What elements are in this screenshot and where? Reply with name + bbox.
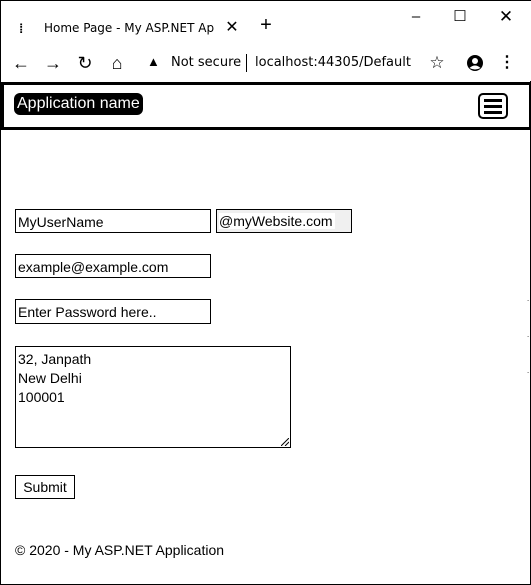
- reload-icon[interactable]: ↻: [73, 51, 97, 75]
- profile-icon[interactable]: [463, 51, 487, 75]
- omnibox-divider: [246, 54, 247, 72]
- edge-marks: ˙ ˙ ˙: [527, 299, 530, 381]
- brand-link[interactable]: Application name: [14, 93, 143, 115]
- submit-button[interactable]: Submit: [15, 475, 75, 499]
- close-icon[interactable]: ✕: [223, 17, 241, 37]
- footer-text: © 2020 - My ASP.NET Application: [15, 542, 225, 558]
- star-icon[interactable]: ☆: [425, 51, 449, 75]
- hamburger-icon[interactable]: [478, 93, 508, 119]
- domain-suffix-field: @myWebsite.com: [216, 209, 352, 233]
- plus-icon[interactable]: +: [255, 15, 277, 35]
- email-input[interactable]: example@example.com: [15, 254, 211, 278]
- address-textarea[interactable]: 32, Janpath New Delhi 100001: [15, 346, 291, 448]
- favicon-icon: ⁞: [19, 21, 24, 36]
- close-window-button[interactable]: ✕: [491, 5, 521, 29]
- kebab-menu-icon[interactable]: ⋮: [497, 51, 517, 75]
- domain-suffix-text: @myWebsite.com: [219, 213, 335, 229]
- address-bar[interactable]: ▲ Not secure localhost:44305/Default: [139, 50, 419, 76]
- tab-title: Home Page - My ASP.NET Appli...: [44, 21, 214, 35]
- home-icon[interactable]: ⌂: [105, 51, 129, 75]
- tab-home-page[interactable]: ⁞ Home Page - My ASP.NET Appli... ✕: [3, 11, 245, 45]
- tab-strip: ⁞ Home Page - My ASP.NET Appli... ✕ + – …: [1, 1, 531, 45]
- warning-icon[interactable]: ▲: [147, 54, 160, 69]
- maximize-button[interactable]: ☐: [445, 5, 475, 29]
- username-input[interactable]: MyUserName: [15, 209, 211, 233]
- browser-window: ⁞ Home Page - My ASP.NET Appli... ✕ + – …: [0, 0, 531, 585]
- back-arrow-icon[interactable]: ←: [9, 51, 33, 75]
- minimize-button[interactable]: –: [401, 5, 431, 29]
- url-text[interactable]: localhost:44305/Default: [255, 55, 411, 70]
- address-text: 32, Janpath New Delhi 100001: [18, 351, 92, 405]
- browser-toolbar: ← → ↻ ⌂ ▲ Not secure localhost:44305/Def…: [1, 45, 531, 81]
- site-navbar: Application name: [1, 82, 531, 130]
- resize-grip-icon[interactable]: [281, 438, 289, 446]
- password-input[interactable]: Enter Password here..: [15, 299, 211, 324]
- security-status[interactable]: Not secure: [171, 55, 241, 70]
- forward-arrow-icon[interactable]: →: [41, 51, 65, 75]
